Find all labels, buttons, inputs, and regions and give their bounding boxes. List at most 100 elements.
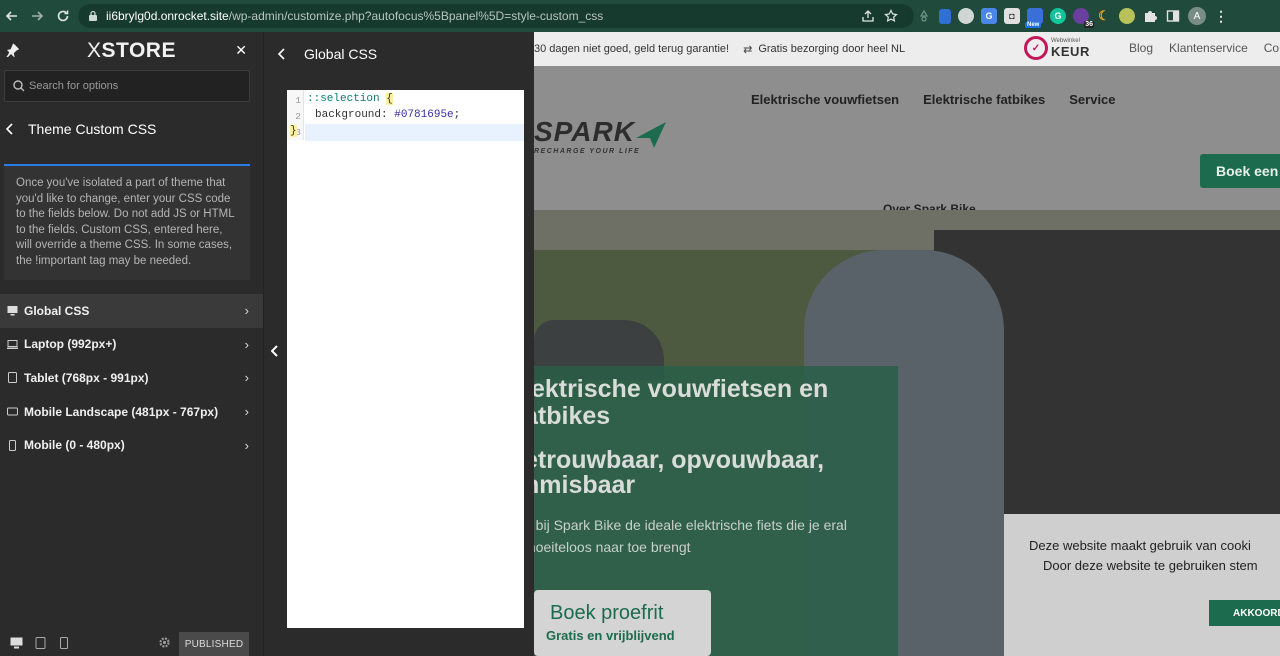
code-line: } xyxy=(290,125,297,137)
nav-fatbikes[interactable]: Elektrische fatbikes xyxy=(923,92,1045,107)
extension-count-badge: 36 xyxy=(1084,21,1094,28)
browser-toolbar: ii6brylg0d.onrocket.site/wp-admin/custom… xyxy=(0,0,1280,32)
close-icon[interactable]: ✕ xyxy=(235,42,247,59)
reload-icon[interactable] xyxy=(52,5,74,27)
hero-subheading: etrouwbaar, opvouwbaar, nmisbaar xyxy=(534,446,825,499)
moon-extension-icon[interactable]: ☾ xyxy=(1096,8,1112,24)
sidebar-item-global-css[interactable]: Global CSS › xyxy=(0,294,263,328)
cookie-text-2: Door deze website te gebruiken stem xyxy=(1043,558,1258,573)
site-info-icon[interactable] xyxy=(88,10,98,22)
back-arrow-icon[interactable] xyxy=(1,5,23,27)
forward-arrow-icon[interactable] xyxy=(26,5,48,27)
css-notice: Once you've isolated a part of theme tha… xyxy=(4,164,250,280)
boek-proefrit-button[interactable]: Boek proefrit Gratis en vrijblijvend xyxy=(534,590,711,656)
pin-icon[interactable] xyxy=(5,43,19,57)
mobile-landscape-icon xyxy=(7,407,18,416)
camera-extension-icon[interactable]: ◘ xyxy=(1004,8,1020,24)
search-input[interactable] xyxy=(29,80,239,92)
proefrit-title: Boek proefrit xyxy=(550,602,664,624)
chevron-right-icon: › xyxy=(244,336,249,352)
purple-extension-icon[interactable]: 36 xyxy=(1073,8,1094,28)
css-selector: ::selection xyxy=(307,93,380,105)
menu-dots-icon[interactable]: ⋮ xyxy=(1213,8,1229,24)
url-path: /wp-admin/customize.php?autofocus%5Bpane… xyxy=(228,9,604,23)
chevron-left-icon[interactable] xyxy=(6,123,14,135)
active-line-highlight xyxy=(305,124,524,141)
link-contact[interactable]: Co xyxy=(1264,41,1279,55)
css-code-editor[interactable]: 1 2 3 ::selection { background: #0781695… xyxy=(287,90,524,628)
preview-desktop-icon[interactable] xyxy=(8,635,24,651)
globe-extension-icon[interactable] xyxy=(958,8,974,24)
chevron-right-icon: › xyxy=(244,404,249,420)
extensions-bar: G ◘ New G 36 ☾ A ⋮ xyxy=(860,4,1229,28)
nav-vouwfietsen[interactable]: Elektrische vouwfietsen xyxy=(751,92,899,107)
site-topbar: 30 dagen niet goed, geld terug garantie!… xyxy=(534,32,1280,66)
link-blog[interactable]: Blog xyxy=(1129,41,1153,55)
hero-section: lektrische vouwfietsen en atbikes etrouw… xyxy=(534,210,1280,656)
laptop-icon xyxy=(7,339,18,349)
translate-extension-icon[interactable]: G xyxy=(981,8,997,24)
grammarly-icon[interactable]: G xyxy=(1050,8,1066,24)
shuffle-icon: ⇄ xyxy=(743,43,753,56)
search-icon xyxy=(13,80,25,92)
tablet-icon xyxy=(8,372,17,384)
chevron-right-icon: › xyxy=(244,370,249,386)
logo-swoosh-icon xyxy=(636,122,666,148)
close-brace: } xyxy=(290,125,297,137)
promo-guarantee: 30 dagen niet goed, geld terug garantie! xyxy=(534,43,730,55)
docs-extension-icon[interactable] xyxy=(939,8,951,24)
top-links: Blog Klantenservice Co xyxy=(1129,41,1279,55)
css-property: background: xyxy=(315,109,388,121)
nav-service[interactable]: Service xyxy=(1069,92,1115,107)
hero-heading: lektrische vouwfietsen en atbikes xyxy=(534,375,829,430)
spark-logo[interactable]: SPARK RECHARGE YOUR LIFE xyxy=(534,116,674,164)
sidebar-item-laptop[interactable]: Laptop (992px+) › xyxy=(0,328,263,362)
sidebar-item-tablet[interactable]: Tablet (768px - 991px) › xyxy=(0,361,263,395)
preview-tablet-icon[interactable] xyxy=(32,635,48,651)
link-klantenservice[interactable]: Klantenservice xyxy=(1169,41,1248,55)
sidebar-item-label: Global CSS xyxy=(24,303,90,318)
sidebar-footer: PUBLISHED xyxy=(0,630,263,656)
chevron-right-icon: › xyxy=(244,437,249,453)
share-icon[interactable] xyxy=(860,8,876,24)
puzzle-icon[interactable] xyxy=(1142,8,1158,24)
sidebar-item-label: Tablet (768px - 991px) xyxy=(24,370,149,385)
back-to-parent[interactable]: Theme Custom CSS xyxy=(0,116,263,142)
css-breakpoint-list: Global CSS › Laptop (992px+) › Tablet (7… xyxy=(0,294,263,462)
profile-avatar[interactable]: A xyxy=(1188,7,1206,25)
sidebar-item-label: Mobile Landscape (481px - 767px) xyxy=(24,404,219,419)
side-panel-icon[interactable] xyxy=(1165,8,1181,24)
boek-een-button[interactable]: Boek een xyxy=(1200,154,1280,188)
keur-check-icon: ✓ xyxy=(1024,36,1048,60)
sidebar-item-mobile[interactable]: Mobile (0 - 480px) › xyxy=(0,428,263,462)
chevron-right-icon: › xyxy=(244,303,249,319)
recycle-extension-icon[interactable] xyxy=(916,8,932,24)
preview-mobile-icon[interactable] xyxy=(56,635,72,651)
keur-text: Webwinkel KEUR xyxy=(1051,38,1090,59)
site-preview: 30 dagen niet goed, geld terug garantie!… xyxy=(534,32,1280,656)
proefrit-subtitle: Gratis en vrijblijvend xyxy=(546,628,675,643)
tools-extension-icon[interactable] xyxy=(1119,8,1135,24)
keur-big: KEUR xyxy=(1051,43,1090,59)
logo-text: STORE xyxy=(101,39,176,62)
bookmark-star-icon[interactable] xyxy=(883,8,899,24)
cookie-accept-button[interactable]: AKKOORD xyxy=(1209,600,1280,626)
panel-header: Global CSS xyxy=(264,32,534,76)
customizer-sidebar: XSTORE ✕ Theme Custom CSS Once you've is… xyxy=(0,32,263,656)
desktop-icon xyxy=(7,306,18,316)
publish-button[interactable]: PUBLISHED xyxy=(179,632,249,656)
options-search[interactable] xyxy=(4,70,250,102)
cookie-text-1: Deze website maakt gebruik van cooki xyxy=(1029,538,1251,553)
panel-back-icon[interactable] xyxy=(278,48,286,60)
code-line: background: #0781695e; xyxy=(315,109,460,121)
mobile-icon xyxy=(9,439,16,451)
gear-icon[interactable] xyxy=(158,636,171,649)
main-nav: Elektrische vouwfietsen Elektrische fatb… xyxy=(751,92,1116,107)
collapse-panel-icon[interactable] xyxy=(264,334,286,368)
webwinkel-keur-badge[interactable]: ✓ Webwinkel KEUR xyxy=(1024,36,1090,60)
address-bar[interactable]: ii6brylg0d.onrocket.site/wp-admin/custom… xyxy=(78,4,914,28)
new-extension-icon[interactable]: New xyxy=(1025,8,1043,28)
promo-shipping: Gratis bezorging door heel NL xyxy=(758,43,906,55)
sidebar-item-mobile-landscape[interactable]: Mobile Landscape (481px - 767px) › xyxy=(0,395,263,429)
css-editor-panel: Global CSS 1 2 3 ::selection { backgroun… xyxy=(263,32,534,656)
